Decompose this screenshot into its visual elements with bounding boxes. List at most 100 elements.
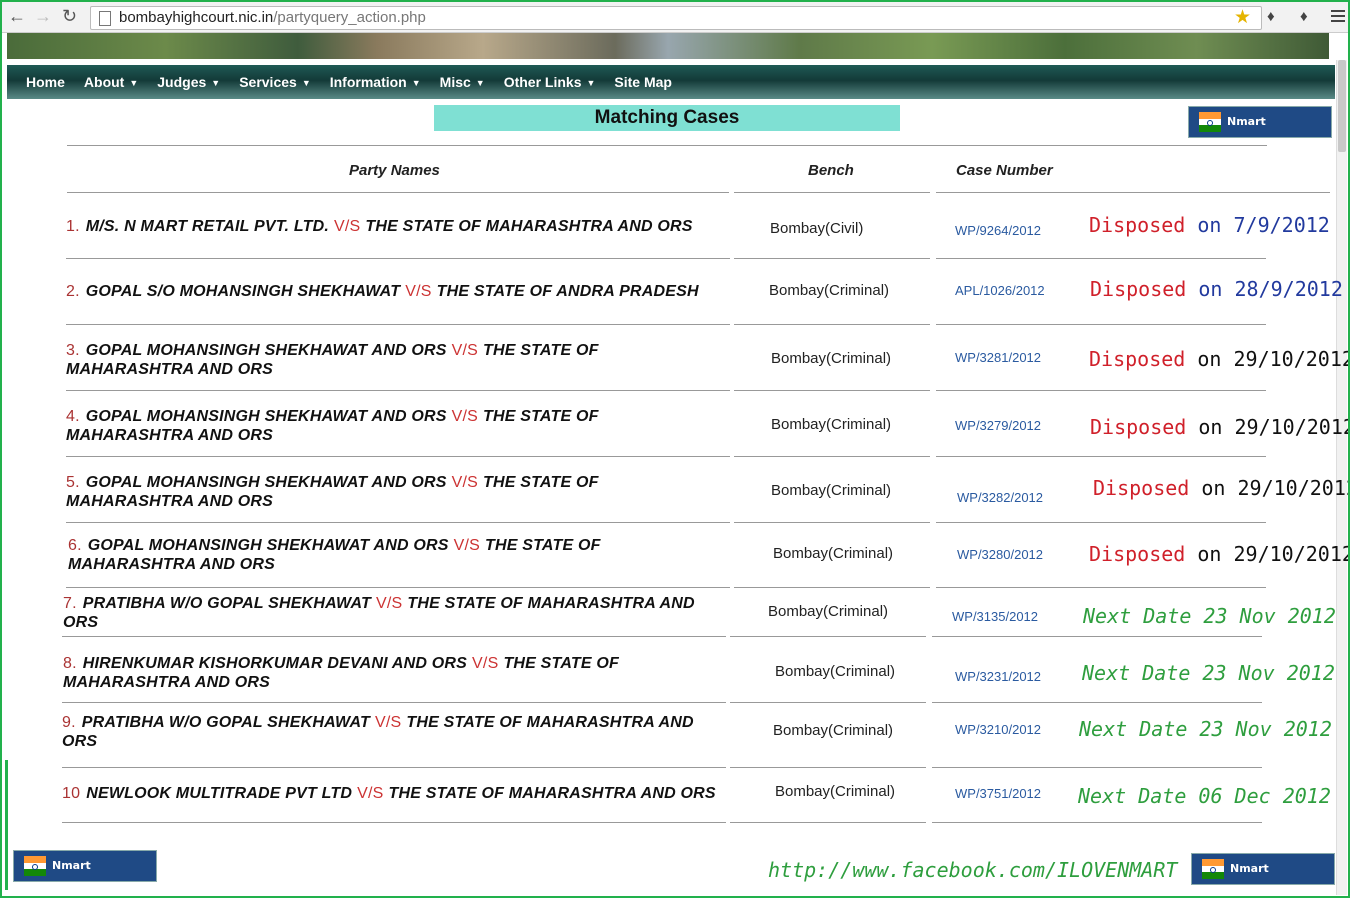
party-names-cell: 10 NEWLOOK MULTITRADE PVT LTD V/S THE STATE… [62,784,727,803]
badge-label: Nmart Wellwisher [52,859,120,902]
case-number-link[interactable]: WP/9264/2012 [955,223,1041,238]
versus-label: V/S [405,283,432,300]
row-divider [62,822,726,823]
row-divider [66,258,730,259]
petitioner-name: GOPAL S/O MOHANSINGH SHEKHAWAT [85,283,401,300]
case-status-annotation: Disposed on 29/10/2012 [1089,347,1350,371]
bench-cell: Bombay(Criminal) [771,482,892,499]
bench-cell: Bombay(Criminal) [773,545,894,562]
disposed-label: Disposed [1093,476,1190,500]
case-number-link[interactable]: APL/1026/2012 [955,283,1045,298]
petitioner-name: NEWLOOK MULTITRADE PVT LTD [86,785,353,802]
respondent-name: THE STATE OF MAHARASHTRA AND ORS [388,785,716,802]
nav-item-information[interactable]: Information ▼ [330,74,421,90]
row-number: 5. [66,474,80,491]
scrollbar-thumb[interactable] [1338,60,1346,152]
case-status-annotation: Next Date 23 Nov 2012 [1083,604,1336,628]
url-host: bombayhighcourt.nic.in [119,9,274,26]
row-number: 4. [66,408,80,425]
reload-icon[interactable]: ↻ [62,6,77,27]
bench-cell: Bombay(Criminal) [768,603,889,620]
row-divider [734,258,930,259]
nav-item-label: Home [26,74,65,90]
case-status-annotation: Next Date 23 Nov 2012 [1079,717,1332,741]
wellwisher-badge-bottom-left: Nmart Wellwisher [13,850,157,902]
row-divider [734,522,930,523]
next-date-text: Next Date 23 Nov 2012 [1082,661,1335,685]
case-number-link[interactable]: WP/3280/2012 [957,547,1043,562]
disposed-date: on 29/10/2012 [1198,415,1350,439]
row-divider [936,587,1266,588]
disposed-date: on 29/10/2012 [1197,347,1350,371]
petitioner-name: M/S. N MART RETAIL PVT. LTD. [85,218,329,235]
case-number-link[interactable]: WP/3281/2012 [955,350,1041,365]
nav-item-label: Site Map [614,74,672,90]
versus-label: V/S [453,537,481,554]
disposed-date: on 7/9/2012 [1197,213,1330,237]
case-status-annotation: Next Date 06 Dec 2012 [1078,784,1331,808]
disposed-date: on 28/9/2012 [1198,277,1343,301]
nav-item-misc[interactable]: Misc ▼ [440,74,485,90]
row-divider [730,822,926,823]
party-names-cell: 8. HIRENKUMAR KISHORKUMAR DEVANI AND ORS V… [63,654,728,692]
row-divider [730,767,926,768]
forward-arrow-icon[interactable]: → [34,6,52,27]
disposed-date: on 29/10/2012 [1201,476,1350,500]
nav-item-judges[interactable]: Judges ▼ [157,74,220,90]
row-divider [734,456,930,457]
next-date-text: Next Date 23 Nov 2012 [1079,717,1332,741]
india-flag-icon [24,856,46,876]
browser-toolbar: ← → ↻ bombayhighcourt.nic.in/partyquery_… [2,2,1348,33]
case-number-link[interactable]: WP/3210/2012 [955,722,1041,737]
row-number: 3. [66,342,80,359]
respondent-name: THE STATE OF MAHARASHTRA AND ORS [365,218,693,235]
row-divider [936,258,1266,259]
row-divider [730,636,926,637]
versus-label: V/S [357,785,384,802]
extension-puzzle-icon-2[interactable]: ♦ [1300,8,1308,25]
case-number-link[interactable]: WP/3282/2012 [957,490,1043,505]
row-divider [66,456,730,457]
back-arrow-icon[interactable]: ← [8,6,26,27]
nav-item-site-map[interactable]: Site Map [614,74,672,90]
address-bar[interactable]: bombayhighcourt.nic.in/partyquery_action… [90,6,1262,30]
row-number: 10 [62,785,81,802]
row-number: 7. [63,595,77,612]
case-number-link[interactable]: WP/3279/2012 [955,418,1041,433]
case-status-annotation: Disposed on 29/10/2012 [1093,476,1350,500]
row-number: 1. [66,218,80,235]
versus-label: V/S [333,218,361,235]
party-names-cell: 5. GOPAL MOHANSINGH SHEKHAWAT AND ORS V/S T… [66,473,731,511]
nav-item-label: Misc [439,74,471,90]
case-number-link[interactable]: WP/3231/2012 [955,669,1041,684]
case-status-annotation: Disposed on 29/10/2012 [1090,415,1350,439]
chevron-down-icon: ▼ [411,78,421,89]
bench-cell: Bombay(Criminal) [771,350,892,367]
bookmark-star-icon[interactable]: ★ [1234,6,1251,29]
versus-label: V/S [472,655,499,672]
disposed-label: Disposed [1089,542,1186,566]
header-party-names: Party Names [349,162,440,179]
case-number-link[interactable]: WP/3135/2012 [952,609,1038,624]
petitioner-name: GOPAL MOHANSINGH SHEKHAWAT AND ORS [85,342,447,359]
row-divider [932,767,1262,768]
disposed-label: Disposed [1090,277,1187,301]
bench-cell: Bombay(Criminal) [771,416,892,433]
header-case-number: Case Number [956,162,1053,179]
party-names-cell: 3. GOPAL MOHANSINGH SHEKHAWAT AND ORS V/S T… [66,341,731,379]
browser-menu-icon[interactable] [1331,7,1345,25]
chevron-down-icon: ▼ [211,78,221,89]
chevron-down-icon: ▼ [301,78,311,89]
nav-item-other-links[interactable]: Other Links ▼ [504,74,596,90]
nav-item-services[interactable]: Services ▼ [239,74,311,90]
nav-item-home[interactable]: Home [26,74,65,90]
site-banner-image [7,33,1329,59]
row-divider [734,324,930,325]
case-number-link[interactable]: WP/3751/2012 [955,786,1041,801]
row-divider [932,702,1262,703]
nav-item-about[interactable]: About ▼ [84,74,138,90]
petitioner-name: PRATIBHA W/O GOPAL SHEKHAWAT [82,595,372,612]
row-divider [936,390,1266,391]
extension-puzzle-icon[interactable]: ♦ [1267,8,1275,25]
nav-item-label: Information [329,74,407,90]
